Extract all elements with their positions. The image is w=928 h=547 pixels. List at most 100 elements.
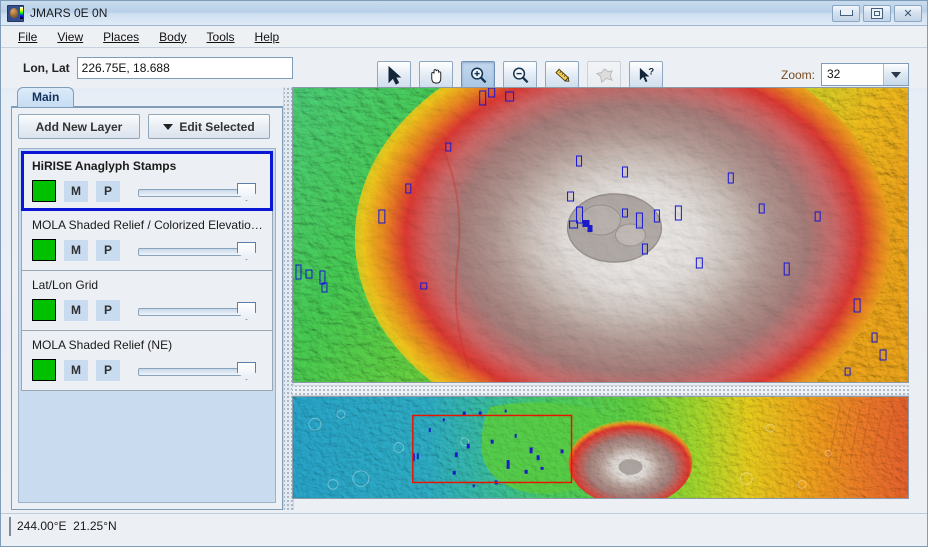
main-map-view[interactable] bbox=[292, 87, 909, 383]
tab-main[interactable]: Main bbox=[17, 87, 75, 107]
layer-map-button[interactable]: M bbox=[64, 359, 88, 381]
layer-panel-button[interactable]: P bbox=[96, 359, 120, 381]
zoom-control: Zoom: 32 bbox=[781, 63, 909, 86]
horizontal-splitter[interactable] bbox=[292, 385, 909, 396]
polygon-shape-icon bbox=[595, 68, 613, 84]
menu-view-label: View bbox=[57, 29, 84, 44]
chevron-down-icon bbox=[163, 123, 174, 130]
maximize-icon bbox=[871, 7, 883, 19]
layer-opacity-slider[interactable] bbox=[138, 183, 256, 201]
close-button[interactable]: ✕ bbox=[894, 4, 922, 22]
slider-track bbox=[138, 308, 246, 316]
layer-row-hirise-anaglyph-stamps[interactable]: HiRISE Anaglyph Stamps M P bbox=[21, 151, 273, 211]
slider-track bbox=[138, 368, 246, 376]
status-bar: 244.00°E 21.25°N bbox=[1, 513, 927, 546]
slider-thumb[interactable] bbox=[237, 362, 256, 380]
zoom-out-tool[interactable] bbox=[503, 61, 537, 90]
slider-thumb[interactable] bbox=[237, 242, 256, 260]
layer-color-swatch[interactable] bbox=[32, 299, 56, 321]
layer-color-swatch[interactable] bbox=[32, 239, 56, 261]
menu-view[interactable]: View bbox=[48, 28, 92, 46]
cursor-arrow-icon bbox=[388, 66, 401, 85]
slider-track bbox=[138, 189, 246, 197]
menu-help[interactable]: Help bbox=[246, 28, 289, 46]
layer-controls: M P bbox=[32, 299, 264, 321]
edit-selected-button[interactable]: Edit Selected bbox=[148, 114, 270, 139]
maximize-button[interactable] bbox=[863, 4, 891, 22]
body-split-pane: Main Add New Layer Edit Selected HiRISE … bbox=[1, 87, 927, 514]
layer-opacity-slider[interactable] bbox=[138, 302, 256, 320]
select-arrow-tool[interactable] bbox=[377, 61, 411, 90]
layer-map-button[interactable]: M bbox=[64, 239, 88, 261]
layer-panel-button[interactable]: P bbox=[96, 299, 120, 321]
menu-places[interactable]: Places bbox=[94, 28, 148, 46]
magnifier-plus-icon bbox=[470, 67, 486, 84]
window-title: JMARS 0E 0N bbox=[30, 6, 108, 20]
layer-row-mola-shaded-relief-ne[interactable]: MOLA Shaded Relief (NE) M P bbox=[21, 331, 273, 391]
slider-thumb[interactable] bbox=[237, 183, 256, 201]
menu-help-label: Help bbox=[254, 29, 280, 44]
menu-tools-label: Tools bbox=[206, 29, 235, 44]
jmars-window: JMARS 0E 0N ✕ File View Places Body Tool… bbox=[0, 0, 928, 547]
minimize-button[interactable] bbox=[832, 4, 860, 22]
menu-places-label: Places bbox=[103, 29, 140, 44]
ruler-pencil-icon bbox=[554, 68, 569, 82]
layer-map-button[interactable]: M bbox=[64, 299, 88, 321]
map-tool-buttons: ? bbox=[377, 61, 663, 90]
lonlat-input[interactable] bbox=[76, 57, 293, 79]
zoom-in-tool[interactable] bbox=[461, 61, 495, 90]
layer-opacity-slider[interactable] bbox=[138, 242, 256, 260]
map-area bbox=[292, 87, 909, 510]
layer-panel-button[interactable]: P bbox=[96, 180, 120, 202]
measure-tool[interactable] bbox=[545, 61, 579, 90]
menu-body[interactable]: Body bbox=[150, 28, 195, 46]
layer-list: HiRISE Anaglyph Stamps M P MOLA Shaded R… bbox=[21, 151, 273, 391]
menu-file-label: File bbox=[18, 29, 38, 44]
menu-file[interactable]: File bbox=[9, 28, 46, 46]
layer-name: MOLA Shaded Relief / Colorized Elevation… bbox=[32, 218, 264, 232]
layer-name: HiRISE Anaglyph Stamps bbox=[32, 159, 177, 173]
svg-text:?: ? bbox=[648, 67, 654, 78]
layer-list-scrollpane[interactable]: HiRISE Anaglyph Stamps M P MOLA Shaded R… bbox=[18, 148, 276, 503]
context-map-view[interactable] bbox=[292, 396, 909, 499]
tab-strip: Main bbox=[11, 87, 283, 107]
layer-opacity-slider[interactable] bbox=[138, 362, 256, 380]
magnifier-minus-icon bbox=[512, 67, 528, 84]
close-icon: ✕ bbox=[903, 6, 913, 20]
hand-icon bbox=[430, 69, 441, 84]
zoom-dropdown-button[interactable] bbox=[883, 64, 908, 85]
shape-tool[interactable] bbox=[587, 61, 621, 90]
zoom-combobox[interactable]: 32 bbox=[821, 63, 909, 86]
layer-row-mola-colorized-elevation[interactable]: MOLA Shaded Relief / Colorized Elevation… bbox=[21, 211, 273, 271]
whats-this-tool[interactable]: ? bbox=[629, 61, 663, 90]
layer-color-swatch[interactable] bbox=[32, 180, 56, 202]
tab-panel-main: Add New Layer Edit Selected HiRISE Anagl… bbox=[11, 107, 283, 510]
edit-selected-label: Edit Selected bbox=[179, 119, 255, 134]
layer-panel-button[interactable]: P bbox=[96, 239, 120, 261]
minimize-icon bbox=[839, 10, 853, 16]
add-new-layer-label: Add New Layer bbox=[35, 119, 123, 134]
layer-controls: M P bbox=[32, 180, 264, 202]
menu-body-label: Body bbox=[159, 29, 187, 44]
pan-hand-tool[interactable] bbox=[419, 61, 453, 90]
layer-controls: M P bbox=[32, 239, 264, 261]
lonlat-label: Lon, Lat bbox=[23, 61, 70, 75]
zoom-label: Zoom: bbox=[780, 67, 815, 82]
layer-row-lat-lon-grid[interactable]: Lat/Lon Grid M P bbox=[21, 271, 273, 331]
add-new-layer-button[interactable]: Add New Layer bbox=[18, 114, 140, 139]
layer-color-swatch[interactable] bbox=[32, 359, 56, 381]
menu-tools[interactable]: Tools bbox=[198, 28, 244, 46]
planet-globe-icon bbox=[7, 4, 24, 22]
layer-name: Lat/Lon Grid bbox=[32, 278, 99, 292]
zoom-value: 32 bbox=[827, 67, 841, 81]
layer-manager-panel: Main Add New Layer Edit Selected HiRISE … bbox=[11, 87, 283, 510]
layer-map-button[interactable]: M bbox=[64, 180, 88, 202]
menu-bar: File View Places Body Tools Help bbox=[1, 26, 927, 48]
layer-action-buttons: Add New Layer Edit Selected bbox=[18, 114, 276, 139]
main-map-canvas bbox=[293, 88, 908, 382]
context-map-canvas bbox=[293, 397, 908, 498]
slider-track bbox=[138, 248, 246, 256]
slider-thumb[interactable] bbox=[237, 302, 256, 320]
status-coordinates: 244.00°E 21.25°N bbox=[9, 517, 919, 536]
layer-name: MOLA Shaded Relief (NE) bbox=[32, 338, 173, 352]
